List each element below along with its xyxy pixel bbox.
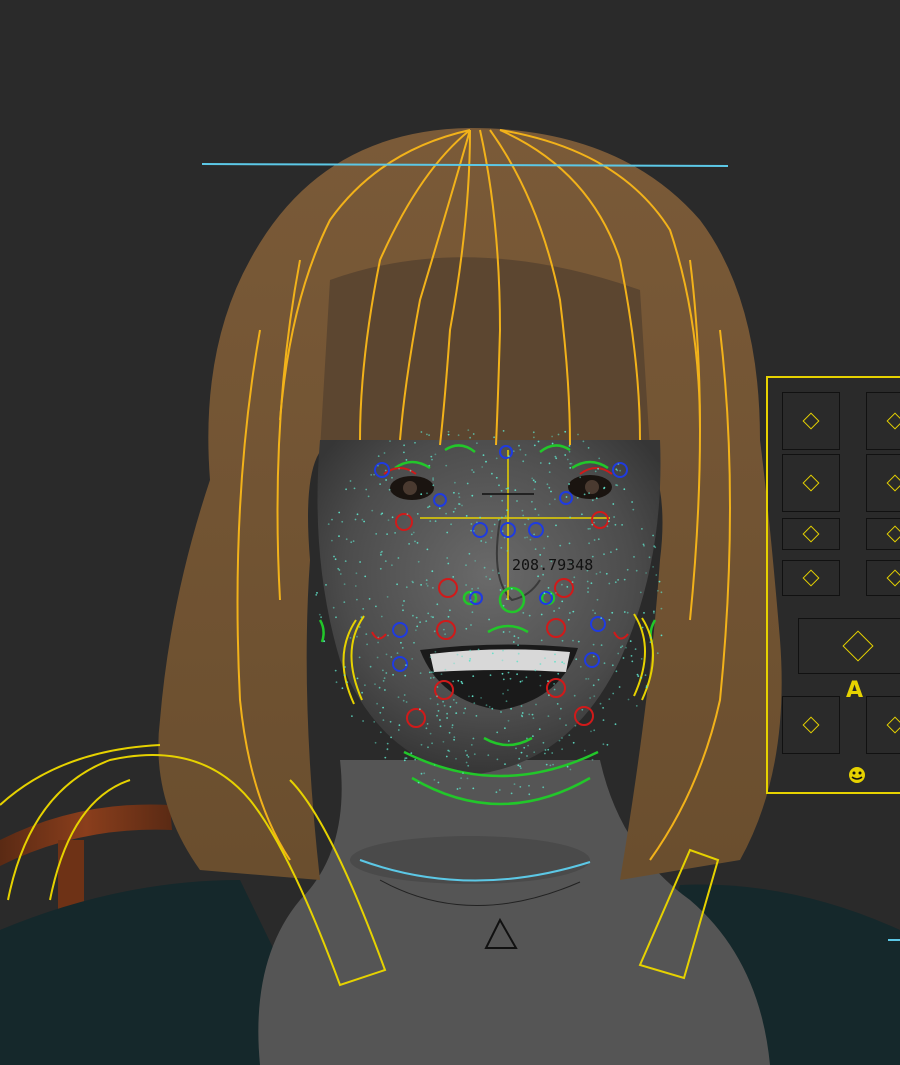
- panel-box-brow-right[interactable]: [866, 392, 900, 450]
- scene-render: [0, 128, 900, 1065]
- face-mesh: [317, 440, 661, 775]
- face-icon[interactable]: [846, 766, 868, 784]
- panel-box-jaw-left[interactable]: [782, 696, 840, 754]
- panel-box-eye-right[interactable]: [866, 454, 900, 512]
- distance-readout: 208.79348: [512, 556, 594, 574]
- diamond-icon: [842, 630, 874, 662]
- panel-box-lid-left[interactable]: [782, 518, 840, 550]
- panel-box-mouth[interactable]: [798, 618, 900, 674]
- 3d-viewport[interactable]: 208.79348 A: [0, 0, 900, 1065]
- panel-box-cheek-right[interactable]: [866, 560, 900, 596]
- diamond-icon: [886, 525, 900, 543]
- diamond-icon: [886, 716, 900, 734]
- panel-label-glyph: A: [846, 678, 864, 703]
- diamond-icon: [802, 474, 820, 492]
- diamond-icon: [802, 716, 820, 734]
- panel-box-lid-right[interactable]: [866, 518, 900, 550]
- diamond-icon: [886, 474, 900, 492]
- diamond-icon: [886, 569, 900, 587]
- head-bound-line: [201, 163, 729, 167]
- diamond-icon: [802, 525, 820, 543]
- diamond-icon: [802, 569, 820, 587]
- panel-box-cheek-left[interactable]: [782, 560, 840, 596]
- panel-box-jaw-right[interactable]: [866, 696, 900, 754]
- panel-box-eye-left[interactable]: [782, 454, 840, 512]
- facial-control-panel[interactable]: A: [766, 376, 900, 794]
- diamond-icon: [802, 412, 820, 430]
- diamond-icon: [886, 412, 900, 430]
- panel-box-brow-left[interactable]: [782, 392, 840, 450]
